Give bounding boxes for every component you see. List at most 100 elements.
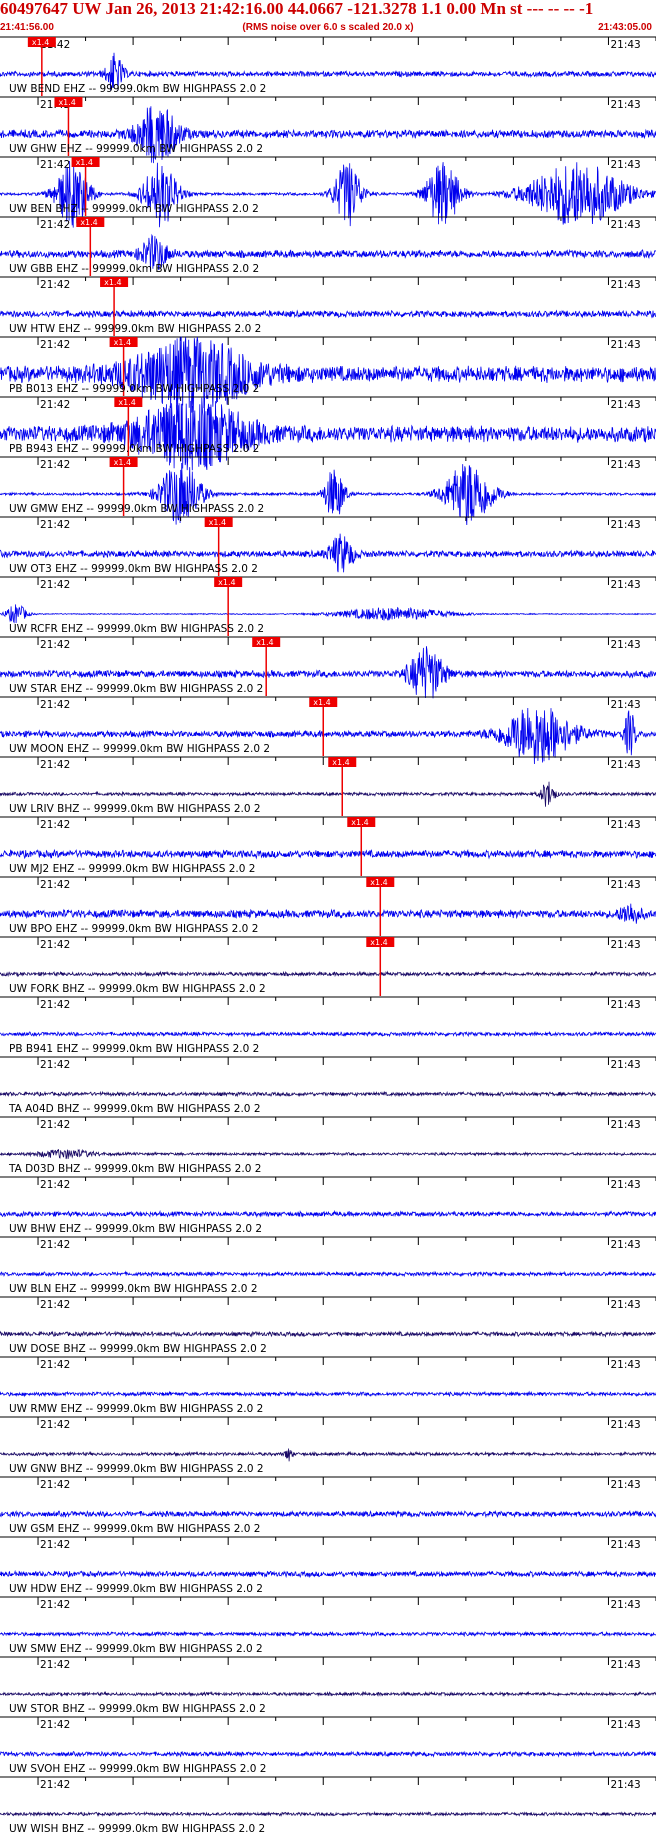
waveform-trace (0, 707, 656, 765)
trace-panel: 21:42 21:43 x1.4 PB B013 EHZ -- 99999.0km B… (0, 336, 656, 414)
pick-label: x1.4 (114, 338, 131, 347)
channel-label: UW BLN EHZ -- 99999.0km BW HIGHPASS 2.0 … (9, 1283, 258, 1295)
waveform-trace (0, 462, 656, 526)
tick-label-21-43: 21:43 (610, 699, 640, 711)
channel-label: UW BEND EHZ -- 99999.0km BW HIGHPASS 2.0… (9, 83, 266, 95)
tick-label-21-43: 21:43 (610, 39, 640, 51)
trace-panel: 21:42 21:43 x1.4 UW STAR EHZ -- 99999.0km B… (0, 636, 656, 699)
waveform-trace (0, 1690, 656, 1698)
channel-label: TA D03D BHZ -- 99999.0km BW HIGHPASS 2.0… (8, 1163, 261, 1175)
pick-label: x1.4 (313, 698, 330, 707)
pick-label: x1.4 (370, 938, 387, 947)
channel-label: UW GMW EHZ -- 99999.0km BW HIGHPASS 2.0 … (9, 503, 264, 515)
trace-panel: 21:42 21:43 x1.4 UW GMW EHZ -- 99999.0km BW… (0, 456, 656, 526)
tick-label-21-43: 21:43 (610, 879, 640, 891)
channel-label: UW OT3 EHZ -- 99999.0km BW HIGHPASS 2.0 … (9, 563, 258, 575)
tick-label-21-42: 21:42 (40, 219, 70, 231)
tick-label-21-43: 21:43 (610, 1659, 640, 1671)
channel-label: UW BPO EHZ -- 99999.0km BW HIGHPASS 2.0 … (9, 923, 258, 935)
pick-label: x1.4 (209, 518, 226, 527)
trace-panel: 21:42 21:43 UW STOR BHZ -- 99999.0km BW HI… (0, 1656, 656, 1715)
tick-label-21-43: 21:43 (610, 639, 640, 651)
tick-label-21-42: 21:42 (40, 1299, 70, 1311)
tick-label-21-42: 21:42 (40, 339, 70, 351)
channel-label: UW WISH BHZ -- 99999.0km BW HIGHPASS 2.0… (9, 1823, 265, 1835)
trace-panel: 21:42 21:43 PB B941 EHZ -- 99999.0km BW HI… (0, 996, 656, 1055)
tick-label-21-43: 21:43 (610, 1359, 640, 1371)
tick-label-21-43: 21:43 (610, 459, 640, 471)
tick-label-21-42: 21:42 (40, 279, 70, 291)
waveform-trace (0, 903, 656, 924)
tick-label-21-42: 21:42 (40, 1659, 70, 1671)
tick-label-21-43: 21:43 (610, 339, 640, 351)
waveform-trace (0, 1510, 656, 1519)
channel-label: UW HTW EHZ -- 99999.0km BW HIGHPASS 2.0 … (9, 323, 261, 335)
trace-panel: 21:42 21:43 x1.4 UW HTW EHZ -- 99999.0km BW… (0, 276, 656, 336)
tick-label-21-42: 21:42 (40, 759, 70, 771)
trace-panel: 21:42 21:43 TA D03D BHZ -- 99999.0km BW HI… (0, 1116, 656, 1175)
channel-label: UW STOR BHZ -- 99999.0km BW HIGHPASS 2.0… (9, 1703, 266, 1715)
tick-label-21-42: 21:42 (40, 1539, 70, 1551)
channel-label: PB B941 EHZ -- 99999.0km BW HIGHPASS 2.0… (9, 1043, 259, 1055)
channel-label: UW MJ2 EHZ -- 99999.0km BW HIGHPASS 2.0 … (9, 863, 255, 875)
tick-label-21-43: 21:43 (610, 519, 640, 531)
tick-label-21-43: 21:43 (610, 99, 640, 111)
waveform-trace (0, 336, 656, 414)
tick-label-21-42: 21:42 (40, 519, 70, 531)
waveform-trace (0, 604, 656, 624)
waveform-trace (0, 1630, 656, 1638)
pick-label: x1.4 (58, 98, 75, 107)
tick-label-21-43: 21:43 (610, 1299, 640, 1311)
trace-panel: 21:42 21:43 x1.4 UW FORK BHZ -- 99999.0km B… (0, 936, 656, 996)
trace-panel: 21:42 21:43 UW SVOH EHZ -- 99999.0km BW HI… (0, 1716, 656, 1775)
channel-label: UW STAR EHZ -- 99999.0km BW HIGHPASS 2.0… (9, 683, 263, 695)
tick-label-21-42: 21:42 (40, 1359, 70, 1371)
channel-label: PB B943 EHZ -- 99999.0km BW HIGHPASS 2.0… (9, 443, 259, 455)
tick-label-21-43: 21:43 (610, 279, 640, 291)
channel-label: UW HDW EHZ -- 99999.0km BW HIGHPASS 2.0 … (9, 1583, 263, 1595)
tick-label-21-43: 21:43 (610, 1419, 640, 1431)
tick-label-21-42: 21:42 (40, 639, 70, 651)
trace-panel: 21:42 21:43 UW GSM EHZ -- 99999.0km BW HIG… (0, 1476, 656, 1535)
trace-panel: 21:4221:43x1.4UW BEND EHZ -- 99999.0km B… (0, 36, 656, 96)
waveform-trace (0, 1148, 656, 1160)
trace-panel: 21:42 21:43 x1.4 PB B943 EHZ -- 99999.0km B… (0, 396, 656, 471)
tick-label-21-42: 21:42 (40, 1479, 70, 1491)
waveform-trace (0, 1090, 656, 1098)
channel-label: PB B013 EHZ -- 99999.0km BW HIGHPASS 2.0… (9, 383, 259, 395)
trace-panel: 21:42 21:43 x1.4 UW MJ2 EHZ -- 99999.0km BW… (0, 816, 656, 876)
channel-label: UW GNW BHZ -- 99999.0km BW HIGHPASS 2.0 … (9, 1463, 264, 1475)
tick-label-21-43: 21:43 (610, 819, 640, 831)
pick-label: x1.4 (104, 278, 121, 287)
channel-label: UW BHW EHZ -- 99999.0km BW HIGHPASS 2.0 … (9, 1223, 262, 1235)
channel-label: UW GHW EHZ -- 99999.0km BW HIGHPASS 2.0 … (9, 143, 263, 155)
channel-label: UW SVOH EHZ -- 99999.0km BW HIGHPASS 2.0… (9, 1763, 266, 1775)
tick-label-21-42: 21:42 (40, 1719, 70, 1731)
tick-label-21-42: 21:42 (40, 1119, 70, 1131)
waveform-trace (0, 970, 656, 978)
tick-label-21-43: 21:43 (610, 1599, 640, 1611)
channel-label: UW MOON EHZ -- 99999.0km BW HIGHPASS 2.0… (9, 743, 270, 755)
waveform-trace (0, 1810, 656, 1818)
pick-label: x1.4 (76, 158, 93, 167)
channel-label: UW BEN BHZ -- 99999.0km BW HIGHPASS 2.0 … (9, 203, 259, 215)
tick-label-21-42: 21:42 (40, 879, 70, 891)
pick-label: x1.4 (118, 398, 135, 407)
tick-label-21-42: 21:42 (40, 819, 70, 831)
channel-label: TA A04D BHZ -- 99999.0km BW HIGHPASS 2.0… (8, 1103, 261, 1115)
tick-label-21-43: 21:43 (610, 579, 640, 591)
waveform-trace (0, 1569, 656, 1579)
tick-label-21-42: 21:42 (40, 939, 70, 951)
trace-panel: 21:42 21:43 UW RMW EHZ -- 99999.0km BW HIG… (0, 1356, 656, 1415)
trace-panel: 21:42 21:43 x1.4 UW LRIV BHZ -- 99999.0km B… (0, 756, 656, 816)
seismogram-plot: 21:42 21:43 x1.4 UW BEND EHZ -- 99999.0km B… (0, 36, 656, 1835)
pick-label: x1.4 (370, 878, 387, 887)
tick-label-21-42: 21:42 (40, 1779, 70, 1791)
tick-label-21-43: 21:43 (610, 759, 640, 771)
trace-panel: 21:42 21:43 UW BLN EHZ -- 99999.0km BW HIG… (0, 1236, 656, 1295)
trace-panel: 21:42 21:43 UW WISH BHZ -- 99999.0km BW HI… (0, 1776, 656, 1835)
tick-label-21-43: 21:43 (610, 159, 640, 171)
trace-panel: 21:4221:43x1.4UW GHW EHZ -- 99999.0km BW… (0, 96, 656, 164)
waveform-trace (0, 1750, 656, 1758)
pick-label: x1.4 (114, 458, 131, 467)
